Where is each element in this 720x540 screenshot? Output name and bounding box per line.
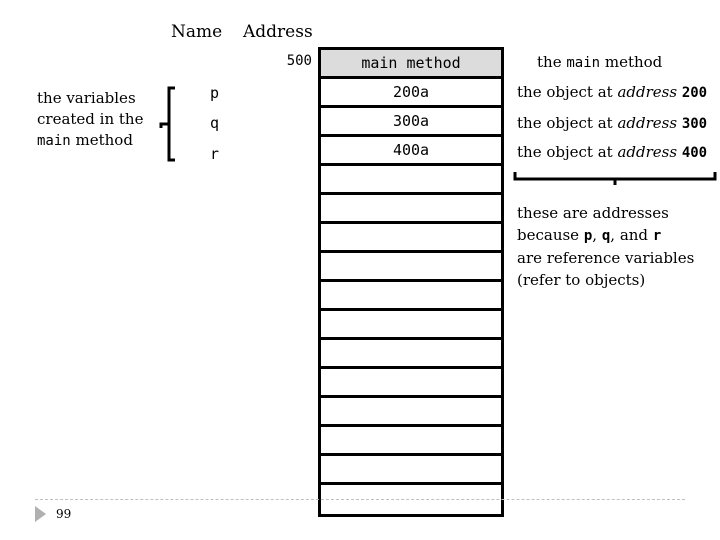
memory-stack-table: main method 200a 300a 400a [318, 47, 504, 517]
desc-address-value: 200 [681, 85, 708, 101]
note-text: , and [610, 226, 649, 244]
memory-cell: 400a [321, 137, 501, 166]
desc-prefix: the object at [517, 83, 613, 101]
note-line: are reference variables [517, 249, 695, 267]
reference-variables-note: these are addresses because p, q, and r … [517, 202, 694, 291]
variables-label-line: main method [37, 130, 143, 152]
desc-address-value: 300 [681, 116, 708, 132]
slide-arrow-icon [35, 506, 46, 522]
note-text: , [592, 226, 598, 244]
variables-label-line: the variables [37, 89, 136, 107]
desc-italic: address [617, 143, 678, 161]
note-line: (refer to objects) [517, 271, 646, 289]
desc-prefix: the object at [517, 143, 613, 161]
variable-q: q [210, 114, 220, 132]
desc-suffix: method [604, 53, 663, 71]
code-main: main [566, 55, 601, 71]
memory-cell [321, 195, 501, 224]
code-r: r [652, 228, 662, 244]
variables-label: the variables created in the main method [37, 88, 143, 152]
code-main: main [37, 133, 71, 149]
memory-cell-main-method: main method [321, 50, 501, 79]
left-brace-icon [159, 86, 175, 162]
memory-cell [321, 398, 501, 427]
note-line: these are addresses [517, 204, 669, 222]
memory-cell [321, 282, 501, 311]
desc-address-value: 400 [681, 145, 708, 161]
variable-r: r [210, 145, 220, 163]
object-description-400: the object at address 400 [517, 143, 707, 161]
desc-prefix: the object at [517, 114, 613, 132]
memory-cell [321, 340, 501, 369]
desc-prefix: the [537, 53, 562, 71]
desc-italic: address [617, 83, 678, 101]
address-header: Address [243, 22, 313, 42]
page-number: 99 [56, 507, 72, 521]
memory-cell [321, 224, 501, 253]
note-text: because [517, 226, 580, 244]
memory-cell [321, 456, 501, 485]
bottom-brace-icon [513, 172, 717, 185]
memory-cell [321, 253, 501, 282]
main-method-description: the main method [537, 53, 662, 71]
variables-label-tail: method [75, 131, 133, 149]
memory-cell [321, 427, 501, 456]
variables-label-line: created in the [37, 110, 144, 128]
desc-italic: address [617, 114, 678, 132]
start-address-label: 500 [286, 53, 312, 69]
memory-cell: 200a [321, 79, 501, 108]
memory-cell [321, 311, 501, 340]
name-header: Name [171, 22, 223, 42]
variable-p: p [210, 84, 220, 102]
object-description-200: the object at address 200 [517, 83, 707, 101]
memory-cell: 300a [321, 108, 501, 137]
object-description-300: the object at address 300 [517, 114, 707, 132]
note-line: because p, q, and r [517, 224, 694, 247]
memory-cell [321, 166, 501, 195]
memory-cell [321, 369, 501, 398]
footer-divider [35, 499, 685, 500]
